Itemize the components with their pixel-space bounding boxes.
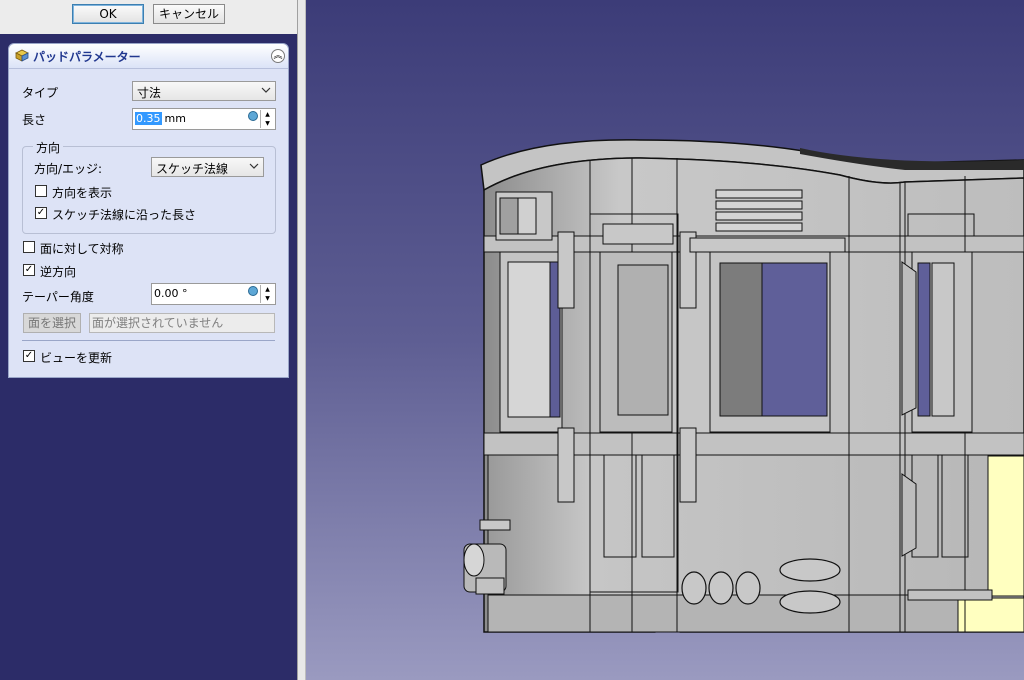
length-unit: mm — [164, 112, 186, 125]
spin-up-icon[interactable]: ▲ — [261, 110, 274, 119]
expression-icon[interactable] — [248, 111, 258, 121]
length-label: 長さ — [22, 113, 47, 127]
direction-edge-label: 方向/エッジ: — [34, 162, 103, 176]
task-panel-area: OK キャンセル パッドパラメーター ︽ タイプ 寸法 長さ 0.35 mm ▲ ▼… — [0, 0, 297, 680]
along-normal-checkbox[interactable]: ✓ — [35, 207, 47, 219]
pad-parameters-panel: パッドパラメーター ︽ タイプ 寸法 長さ 0.35 mm ▲ ▼ 方向 方向/エッ… — [8, 43, 289, 378]
ok-button[interactable]: OK — [72, 4, 144, 24]
type-dropdown[interactable]: 寸法 — [132, 81, 276, 101]
spin-down-icon[interactable]: ▼ — [261, 119, 274, 128]
collapse-icon[interactable]: ︽ — [271, 49, 285, 63]
dialog-button-bar: OK キャンセル — [0, 0, 297, 34]
spin-buttons[interactable]: ▲ ▼ — [260, 110, 274, 128]
panel-splitter[interactable] — [297, 0, 306, 680]
chevron-down-icon — [249, 163, 259, 169]
panel-header[interactable]: パッドパラメーター ︽ — [9, 44, 288, 69]
length-value: 0.35 — [135, 112, 162, 125]
chevron-down-icon — [261, 87, 271, 93]
spin-buttons[interactable]: ▲ ▼ — [260, 285, 274, 303]
taper-value: 0.00 ° — [154, 287, 188, 300]
reversed-checkbox[interactable]: ✓ — [23, 264, 35, 276]
separator — [22, 340, 275, 341]
reversed-label: 逆方向 — [40, 265, 77, 279]
taper-input[interactable]: 0.00 ° ▲ ▼ — [151, 283, 276, 305]
update-view-label: ビューを更新 — [40, 351, 113, 365]
spin-down-icon[interactable]: ▼ — [261, 294, 274, 303]
taper-label: テーパー角度 — [22, 290, 94, 304]
cancel-button[interactable]: キャンセル — [153, 4, 225, 24]
direction-group-title: 方向 — [33, 139, 64, 156]
type-value: 寸法 — [137, 86, 162, 100]
train-car-model — [463, 139, 1024, 633]
face-field: 面が選択されていません — [89, 313, 275, 333]
pad-feature-icon — [15, 49, 29, 62]
select-face-button[interactable]: 面を選択 — [23, 313, 81, 333]
show-direction-checkbox[interactable] — [35, 185, 47, 197]
direction-edge-value: スケッチ法線 — [156, 162, 229, 176]
symmetric-checkbox[interactable] — [23, 241, 35, 253]
along-normal-label: スケッチ法線に沿った長さ — [52, 208, 197, 222]
length-input[interactable]: 0.35 mm ▲ ▼ — [132, 108, 276, 130]
3d-viewport[interactable] — [306, 0, 1024, 680]
direction-edge-dropdown[interactable]: スケッチ法線 — [151, 157, 264, 177]
show-direction-label: 方向を表示 — [52, 186, 113, 200]
spin-up-icon[interactable]: ▲ — [261, 285, 274, 294]
expression-icon[interactable] — [248, 286, 258, 296]
symmetric-label: 面に対して対称 — [40, 242, 124, 256]
type-label: タイプ — [22, 86, 59, 100]
update-view-checkbox[interactable]: ✓ — [23, 350, 35, 362]
panel-title: パッドパラメーター — [33, 50, 141, 64]
